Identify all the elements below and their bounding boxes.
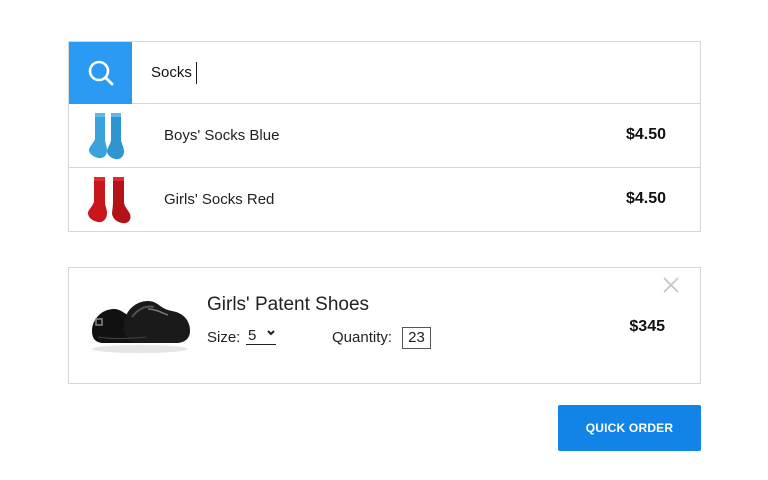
quick-order-button[interactable]: QUICK ORDER (558, 405, 701, 451)
cart-item: Girls' Patent Shoes Size: 5 Quantity: 23… (68, 267, 701, 384)
text-caret (195, 62, 197, 85)
search-input[interactable]: Socks (151, 62, 197, 85)
search-result-item[interactable]: Girls' Socks Red $4.50 (69, 169, 700, 232)
size-value: 5 (248, 327, 257, 344)
result-name: Boys' Socks Blue (164, 127, 280, 144)
search-button[interactable] (69, 42, 132, 104)
cart-item-title: Girls' Patent Shoes (207, 294, 370, 315)
result-price: $4.50 (625, 126, 666, 143)
search-bar: Socks (69, 42, 700, 104)
patent-shoes-image (92, 301, 190, 353)
chevron-down-icon (267, 330, 275, 336)
size-label: Size: (207, 329, 241, 346)
quantity-label: Quantity: (332, 329, 393, 346)
search-query-text: Socks (151, 64, 192, 81)
result-name: Girls' Socks Red (164, 191, 275, 208)
cart-item-price: $345 (629, 318, 665, 335)
close-icon[interactable] (662, 276, 680, 294)
quantity-input[interactable]: 23 (402, 327, 431, 349)
size-select[interactable]: 5 (246, 327, 276, 345)
blue-socks-image (89, 113, 124, 160)
search-panel: Socks Boys' Socks Blue $4.50 Girls' Sock… (68, 41, 701, 232)
red-socks-image (88, 177, 131, 224)
result-price: $4.50 (625, 190, 666, 207)
search-icon (88, 60, 113, 86)
search-result-item[interactable]: Boys' Socks Blue $4.50 (69, 105, 700, 168)
